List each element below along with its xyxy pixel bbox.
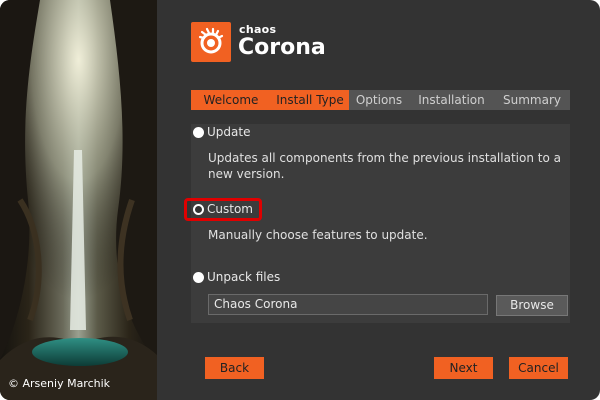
- tab-summary[interactable]: Summary: [494, 90, 570, 110]
- side-photo: © Arseniy Marchik: [0, 0, 157, 400]
- corona-logo-icon: [191, 22, 231, 62]
- update-description: Updates all components from the previous…: [208, 151, 561, 181]
- tab-install-type[interactable]: Install Type: [271, 90, 349, 110]
- custom-radio[interactable]: [193, 204, 204, 215]
- installer-window: © Arseniy Marchik chaos Corona Welcome I…: [0, 0, 600, 400]
- tab-options[interactable]: Options: [349, 90, 409, 110]
- unpack-path-input[interactable]: Chaos Corona: [208, 294, 488, 315]
- browse-button[interactable]: Browse: [496, 295, 568, 316]
- cancel-button[interactable]: Cancel: [509, 357, 568, 379]
- brand-corona: Corona: [238, 35, 326, 60]
- custom-description: Manually choose features to update.: [208, 228, 428, 242]
- tab-welcome[interactable]: Welcome: [191, 90, 271, 110]
- custom-label[interactable]: Custom: [207, 202, 253, 216]
- photo-credit: © Arseniy Marchik: [8, 377, 111, 390]
- unpack-radio[interactable]: [193, 272, 204, 283]
- update-radio[interactable]: [193, 127, 204, 138]
- step-tabs: Welcome Install Type Options Installatio…: [191, 90, 570, 110]
- back-button[interactable]: Back: [205, 357, 264, 379]
- unpack-label[interactable]: Unpack files: [207, 270, 280, 284]
- waterfall-image: [0, 0, 157, 400]
- tab-installation[interactable]: Installation: [409, 90, 494, 110]
- next-button[interactable]: Next: [434, 357, 493, 379]
- update-label[interactable]: Update: [207, 125, 250, 139]
